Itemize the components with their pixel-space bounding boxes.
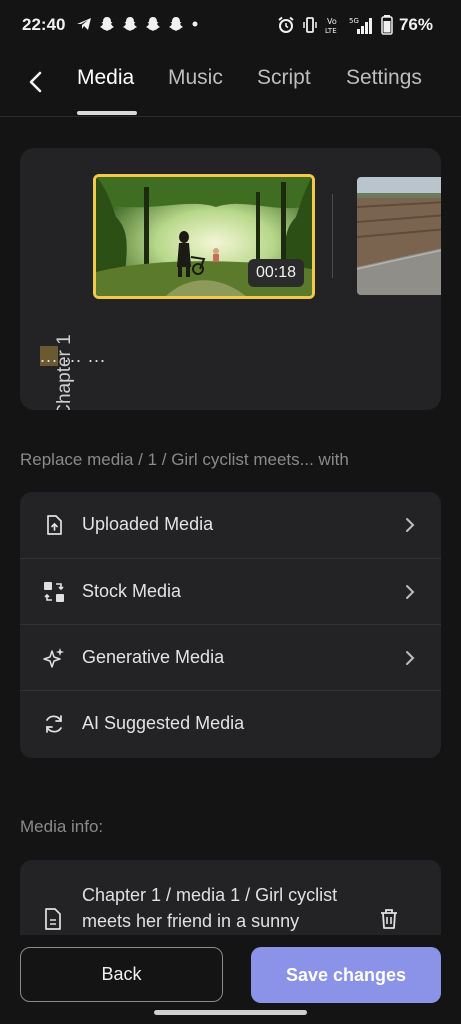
replace-media-label: Replace media / 1 / Girl cyclist meets..… — [20, 450, 349, 469]
save-changes-button[interactable]: Save changes — [251, 947, 441, 1003]
chevron-right-icon — [406, 518, 415, 532]
trash-icon[interactable] — [377, 907, 401, 931]
refresh-icon — [46, 715, 62, 733]
notification-icons — [75, 15, 200, 33]
volte-icon: VoLTE — [325, 17, 337, 35]
duration-badge: 00:18 — [247, 259, 304, 287]
document-icon — [45, 908, 61, 930]
alarm-icon — [278, 16, 294, 33]
media-divider — [332, 194, 333, 278]
status-time: 22:40 — [22, 15, 66, 34]
svg-text:LTE: LTE — [325, 27, 337, 35]
battery-percent: 76% — [398, 15, 433, 34]
tab-script[interactable]: Script — [257, 66, 311, 90]
ai-suggested-media-option[interactable]: AI Suggested Media — [20, 690, 441, 757]
snapchat-icon — [146, 17, 160, 31]
telegram-icon — [77, 18, 91, 30]
tab-settings[interactable]: Settings — [346, 66, 422, 90]
system-icons: Vo LTE 5G 76% — [277, 15, 433, 35]
dot-icon — [192, 21, 198, 27]
snapchat-icon — [123, 17, 137, 31]
uploaded-media-option[interactable]: Uploaded Media — [20, 492, 441, 558]
chevron-right-icon — [406, 651, 415, 665]
active-tab-indicator — [77, 111, 137, 115]
vibrate-icon — [303, 17, 317, 33]
snapchat-icon — [100, 17, 114, 31]
sparkle-icon — [43, 648, 64, 668]
stock-media-option[interactable]: Stock Media — [20, 558, 441, 625]
back-button[interactable]: Back — [20, 947, 223, 1002]
upload-file-icon — [47, 515, 62, 535]
generative-media-option[interactable]: Generative Media — [20, 624, 441, 691]
home-indicator[interactable] — [154, 1010, 307, 1015]
replace-options-menu: Uploaded Media Stock Media Generative Me… — [20, 492, 441, 758]
back-arrow-icon[interactable] — [22, 68, 50, 96]
ai-suggested-media-label: AI Suggested Media — [82, 713, 245, 733]
status-bar: 22:40 Vo LTE 5G 76% — [0, 0, 461, 52]
snapchat-icon — [169, 17, 183, 31]
top-nav: Media Music Script Settings — [0, 52, 461, 117]
media-info-text: Chapter 1 / media 1 / Girl cyclist meets… — [82, 885, 338, 931]
battery-icon — [381, 15, 393, 35]
media-thumbnail[interactable] — [357, 177, 441, 295]
generative-media-label: Generative Media — [82, 647, 225, 667]
chevron-right-icon — [406, 585, 415, 599]
stock-media-label: Stock Media — [82, 581, 182, 601]
svg-text:5G: 5G — [349, 17, 359, 25]
uploaded-media-label: Uploaded Media — [82, 514, 214, 534]
tab-media[interactable]: Media — [77, 66, 134, 90]
road-scene-image — [357, 177, 441, 295]
chapter-card: Chapter 1 00:18 ... ... ... — [20, 148, 441, 410]
caption-text: ... ... — [58, 346, 107, 366]
media-caption: ... ... ... — [40, 346, 106, 367]
stock-media-icon — [44, 582, 64, 602]
caption-highlight: ... — [40, 346, 59, 366]
tab-music[interactable]: Music — [168, 66, 223, 90]
media-info-label: Media info: — [20, 817, 104, 836]
media-thumbnail-selected[interactable]: 00:18 — [93, 174, 315, 299]
signal-5g-icon: 5G — [349, 17, 372, 34]
svg-text:Vo: Vo — [327, 17, 337, 26]
